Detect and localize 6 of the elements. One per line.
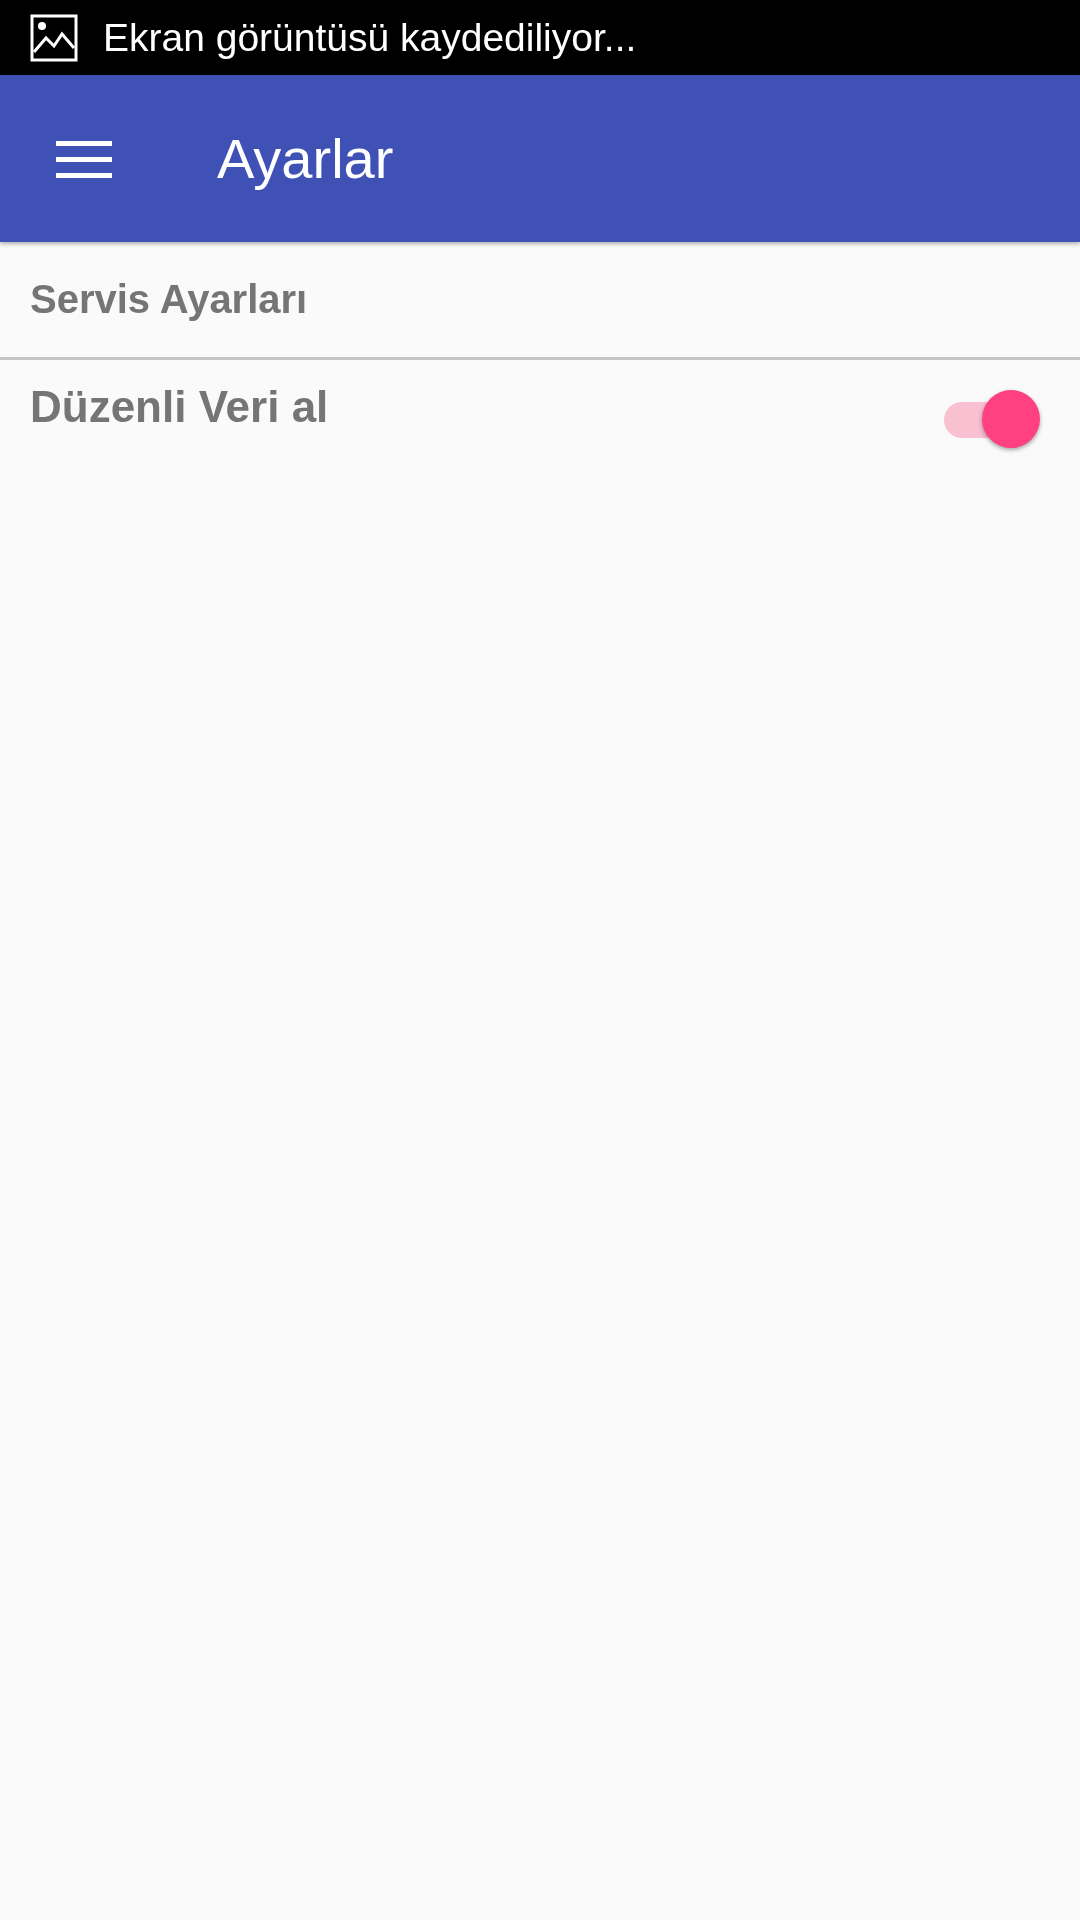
menu-icon[interactable]: [56, 138, 112, 179]
image-icon: [30, 13, 78, 62]
notification-text: Ekran görüntüsü kaydediliyor...: [103, 15, 637, 60]
app-bar-title: Ayarlar: [217, 126, 394, 191]
setting-label: Düzenli Veri al: [30, 382, 329, 432]
section-header: Servis Ayarları: [0, 242, 1080, 360]
